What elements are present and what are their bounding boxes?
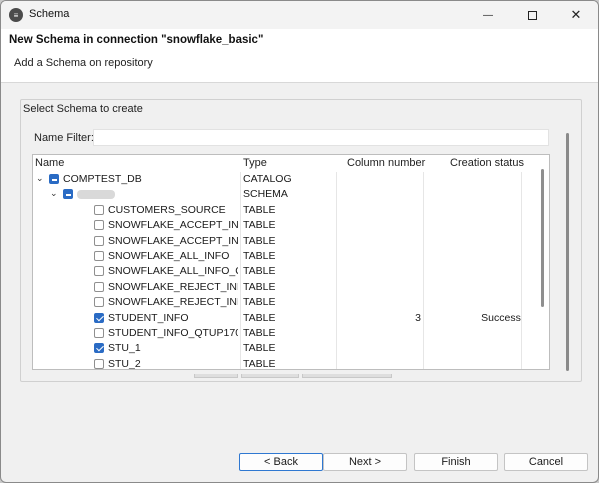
row-checkbox[interactable]: [94, 297, 104, 308]
cell-name: SNOWFLAKE_REJECT_INFO: [108, 280, 238, 293]
wizard-subtitle: Add a Schema on repository: [14, 57, 153, 69]
cell-name: SNOWFLAKE_ALL_INFO_QTUP17: [108, 265, 238, 278]
cell-type: TABLE: [243, 203, 276, 216]
close-button[interactable]: ✕: [554, 1, 598, 29]
table-row[interactable]: SNOWFLAKE_ALL_INFO_QTUP17 TABLE: [33, 264, 549, 279]
cell-type: TABLE: [243, 280, 276, 293]
row-checkbox[interactable]: [49, 174, 59, 184]
minimize-button[interactable]: —: [466, 1, 510, 29]
table-row[interactable]: SNOWFLAKE_ACCEPT_INFO_QTU TABLE: [33, 234, 549, 249]
cell-name: SNOWFLAKE_ACCEPT_INFO: [108, 219, 238, 232]
row-checkbox[interactable]: [94, 220, 104, 231]
table-row[interactable]: SNOWFLAKE_REJECT_INFO_QTU TABLE: [33, 295, 549, 310]
table-row[interactable]: STUDENT_INFO TABLE 3 Success: [33, 311, 549, 326]
cell-name: STU_1: [108, 342, 141, 355]
cell-type: CATALOG: [243, 173, 292, 185]
schema-dialog: ≡ Schema — ✕ New Schema in connection "s…: [0, 0, 599, 483]
table-row[interactable]: ⌄ COMPTEST_DB CATALOG: [33, 172, 549, 187]
row-checkbox[interactable]: [94, 312, 104, 323]
chevron-down-icon[interactable]: ⌄: [50, 189, 59, 198]
cell-creation-status: Success: [481, 311, 521, 324]
chevron-down-icon[interactable]: ⌄: [36, 174, 45, 183]
title-bar: ≡ Schema — ✕: [1, 1, 598, 29]
minimize-icon: —: [483, 9, 493, 21]
cell-name: SNOWFLAKE_ALL_INFO: [108, 250, 230, 262]
cancel-button[interactable]: Cancel: [504, 453, 588, 471]
cell-type: TABLE: [243, 234, 276, 247]
cell-type: TABLE: [243, 265, 276, 278]
close-icon: ✕: [570, 7, 582, 22]
app-logo-icon: ≡: [9, 8, 23, 22]
table-row[interactable]: SNOWFLAKE_REJECT_INFO TABLE: [33, 280, 549, 295]
next-button[interactable]: Next >: [323, 453, 407, 471]
back-button[interactable]: < Back: [239, 453, 323, 471]
table-row[interactable]: STU_1 TABLE: [33, 341, 549, 356]
row-checkbox[interactable]: [94, 358, 104, 369]
table-row[interactable]: ⌄ SCHEMA: [33, 187, 549, 202]
table-row[interactable]: STU_2 TABLE: [33, 357, 549, 370]
row-checkbox[interactable]: [94, 281, 104, 292]
column-header-creation-status[interactable]: Creation status: [450, 157, 524, 169]
row-checkbox[interactable]: [94, 266, 104, 277]
cell-name: COMPTEST_DB: [63, 173, 142, 185]
finish-button[interactable]: Finish: [414, 453, 498, 471]
row-checkbox[interactable]: [94, 204, 104, 215]
schema-table: Name Type Column number Creation status …: [32, 154, 550, 370]
maximize-button[interactable]: [510, 1, 554, 29]
scroll-stub: [241, 374, 299, 378]
name-filter-label: Name Filter:: [34, 132, 94, 144]
window-title: Schema: [29, 8, 70, 20]
cell-name: STUDENT_INFO: [108, 311, 189, 324]
outer-scrollbar[interactable]: [566, 133, 569, 371]
cell-type: TABLE: [243, 327, 276, 339]
table-row[interactable]: SNOWFLAKE_ACCEPT_INFO TABLE: [33, 218, 549, 233]
row-checkbox[interactable]: [94, 235, 104, 246]
column-header-type[interactable]: Type: [243, 157, 267, 169]
wizard-title: New Schema in connection "snowflake_basi…: [9, 34, 264, 46]
cell-name: SNOWFLAKE_REJECT_INFO_QTU: [108, 296, 238, 309]
cell-name: SNOWFLAKE_ACCEPT_INFO_QTU: [108, 234, 238, 247]
table-row[interactable]: STUDENT_INFO_QTUP1707 TABLE: [33, 326, 549, 341]
cell-name: CUSTOMERS_SOURCE: [108, 203, 226, 216]
wizard-header: New Schema in connection "snowflake_basi…: [1, 29, 598, 83]
row-checkbox[interactable]: [94, 343, 104, 354]
row-checkbox[interactable]: [63, 189, 73, 200]
column-header-column-number[interactable]: Column number: [347, 157, 425, 169]
section-label: Select Schema to create: [23, 103, 143, 115]
redacted-name: [77, 190, 115, 200]
cell-type: TABLE: [243, 342, 276, 355]
name-filter-input[interactable]: [93, 129, 549, 146]
cell-type: TABLE: [243, 219, 276, 232]
cell-name: STU_2: [108, 357, 141, 370]
row-checkbox[interactable]: [94, 251, 104, 261]
column-header-name[interactable]: Name: [35, 157, 64, 169]
table-row[interactable]: SNOWFLAKE_ALL_INFO TABLE: [33, 249, 549, 264]
row-checkbox[interactable]: [94, 328, 104, 338]
cell-name: STUDENT_INFO_QTUP1707: [108, 327, 238, 339]
scroll-stub: [302, 374, 392, 378]
cell-type: TABLE: [243, 296, 276, 309]
cell-type: TABLE: [243, 250, 276, 262]
table-header: Name Type Column number Creation status: [33, 155, 549, 172]
table-scrollbar[interactable]: [541, 169, 544, 307]
cell-type: TABLE: [243, 311, 276, 324]
cell-type: TABLE: [243, 357, 276, 370]
maximize-icon: [527, 10, 537, 20]
cell-type: SCHEMA: [243, 188, 288, 201]
table-row[interactable]: CUSTOMERS_SOURCE TABLE: [33, 203, 549, 218]
scroll-stub: [194, 374, 238, 378]
cell-column-number: 3: [415, 311, 421, 324]
